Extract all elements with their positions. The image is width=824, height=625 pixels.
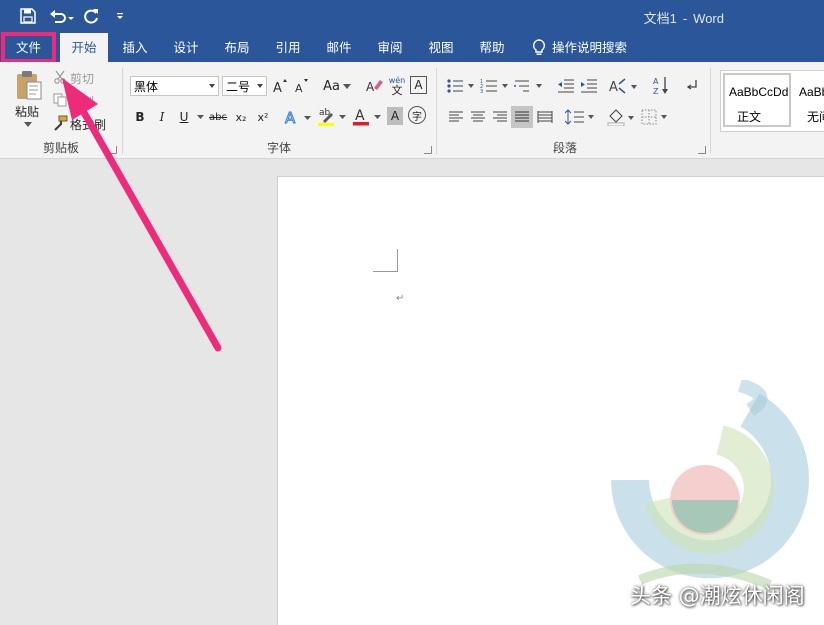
style-sample: AaBbCcDd xyxy=(729,85,789,99)
undo-icon[interactable] xyxy=(48,6,76,26)
svg-text:A: A xyxy=(355,108,365,124)
text-effects-icon[interactable]: A xyxy=(284,107,312,127)
margin-corner-mark xyxy=(373,249,398,272)
clear-formatting-icon[interactable]: A xyxy=(366,76,384,96)
tell-me-search[interactable]: 操作说明搜索 xyxy=(552,33,638,62)
styles-gallery: AaBbCcDd 正文 AaBbCcDd 无间隔 xyxy=(720,70,824,132)
tab-file[interactable]: 文件 xyxy=(1,32,56,63)
paragraph-group-label: 段落 xyxy=(552,141,577,155)
style-no-spacing[interactable]: AaBbCcDd 无间隔 xyxy=(793,73,824,127)
chinese-layout-icon[interactable]: A xyxy=(609,76,639,96)
paste-dropdown-icon[interactable] xyxy=(23,120,33,128)
paragraph-mark-icon: ↵ xyxy=(396,293,405,304)
title-bar: 文档1- Word xyxy=(0,0,824,33)
character-shading-label: A xyxy=(390,109,400,123)
phonetic-guide-bottom: 文 xyxy=(391,83,403,97)
svg-text:3: 3 xyxy=(480,89,483,94)
tab-references[interactable]: 引用 xyxy=(266,33,310,62)
enclose-characters-label: 字 xyxy=(412,111,422,123)
style-name: 正文 xyxy=(737,110,762,124)
svg-text:A: A xyxy=(285,109,296,126)
svg-text:A: A xyxy=(295,82,303,94)
line-spacing-icon[interactable] xyxy=(565,107,595,127)
tab-help[interactable]: 帮助 xyxy=(470,33,514,62)
svg-text:Z: Z xyxy=(653,87,659,96)
redo-icon[interactable] xyxy=(82,6,102,26)
character-border-label: A xyxy=(414,78,423,92)
tab-review[interactable]: 审阅 xyxy=(368,33,412,62)
tab-design[interactable]: 设计 xyxy=(164,33,208,62)
tab-insert[interactable]: 插入 xyxy=(113,33,157,62)
sort-icon[interactable]: AZ xyxy=(652,75,670,97)
tab-layout[interactable]: 布局 xyxy=(215,33,259,62)
shrink-font-icon[interactable]: A xyxy=(293,76,311,96)
paragraph-launcher-icon[interactable] xyxy=(698,146,706,154)
numbering-icon[interactable]: 123 xyxy=(480,76,510,96)
annotation-arrow-icon xyxy=(62,78,222,352)
character-border-button[interactable]: A xyxy=(410,76,427,94)
tab-home[interactable]: 开始 xyxy=(60,33,108,62)
watermark-text: 头条 @潮炫休闲阁 xyxy=(630,584,805,608)
svg-text:A: A xyxy=(609,80,618,95)
align-center-icon[interactable] xyxy=(468,107,488,127)
doc-name: 文档1 xyxy=(643,11,677,26)
grow-font-icon[interactable]: A xyxy=(271,76,289,96)
save-icon[interactable] xyxy=(18,6,38,26)
style-sample: AaBbCcDd xyxy=(799,85,824,99)
lightbulb-icon xyxy=(532,39,546,57)
align-right-icon[interactable] xyxy=(490,107,510,127)
tab-view[interactable]: 视图 xyxy=(419,33,463,62)
font-color-icon[interactable]: A xyxy=(352,105,382,127)
show-paragraph-marks-icon[interactable] xyxy=(684,76,702,96)
group-separator xyxy=(710,68,711,154)
bullets-icon[interactable] xyxy=(446,76,476,96)
svg-text:A: A xyxy=(366,80,375,94)
change-case-label: Aa xyxy=(323,78,340,94)
title-separator: - xyxy=(682,11,688,26)
tab-mailings[interactable]: 邮件 xyxy=(317,33,361,62)
enclose-characters-button[interactable]: 字 xyxy=(408,106,426,124)
svg-text:A: A xyxy=(653,77,659,86)
distributed-icon[interactable] xyxy=(535,107,555,127)
document-title: 文档1- Word xyxy=(644,8,724,27)
phonetic-guide-button[interactable]: wén 文 xyxy=(388,74,406,98)
character-shading-button[interactable]: A xyxy=(387,107,403,125)
multilevel-list-icon[interactable] xyxy=(514,76,544,96)
ribbon-tabs: 文件 开始 插入 设计 布局 引用 邮件 审阅 视图 帮助 操作说明搜索 xyxy=(0,32,824,63)
highlight-color-icon[interactable]: ab xyxy=(317,105,347,127)
superscript-button[interactable]: x² xyxy=(254,107,272,127)
change-case-button[interactable]: Aa xyxy=(321,76,353,96)
subscript-button[interactable]: x₂ xyxy=(232,107,250,127)
align-left-icon[interactable] xyxy=(446,107,466,127)
style-name: 无间隔 xyxy=(807,110,824,124)
font-launcher-icon[interactable] xyxy=(424,146,432,154)
borders-icon[interactable] xyxy=(641,107,671,127)
app-name: Word xyxy=(693,11,724,26)
style-normal[interactable]: AaBbCcDd 正文 xyxy=(723,73,791,127)
justify-icon[interactable] xyxy=(511,106,533,128)
svg-text:A: A xyxy=(273,81,282,94)
shading-icon[interactable] xyxy=(607,107,637,127)
customize-toolbar-icon[interactable] xyxy=(112,6,128,26)
paste-button[interactable]: 粘贴 xyxy=(15,103,39,120)
paste-icon[interactable] xyxy=(12,68,46,102)
watermark-logo-icon xyxy=(611,380,809,590)
chevron-down-icon xyxy=(257,84,263,88)
decrease-indent-icon[interactable] xyxy=(556,76,576,96)
increase-indent-icon[interactable] xyxy=(579,76,599,96)
